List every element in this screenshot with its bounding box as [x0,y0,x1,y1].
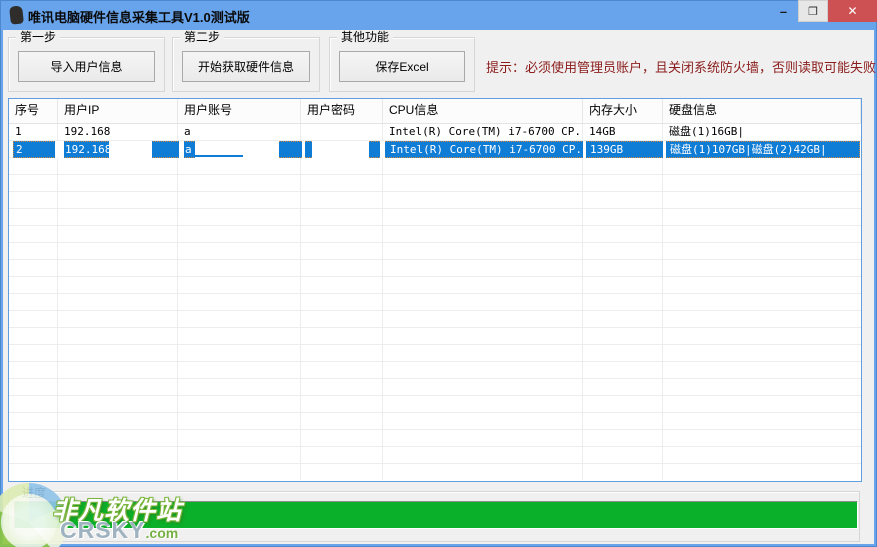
cell-memory: 139GB [590,143,624,156]
start-collect-hardware-button[interactable]: 开始获取硬件信息 [182,51,310,82]
censor-box [109,141,152,158]
cell-disk: 磁盘(1)16GB| [669,125,744,138]
cell-cpu: Intel(R) Core(TM) i7-6700 CP... [389,125,583,138]
cell-ip: 192.168 [64,125,111,138]
censor-box [380,141,385,158]
column-header-memory[interactable]: 内存大小 [583,99,663,123]
minimize-button[interactable]: – [769,0,798,22]
cell-account: a [184,125,191,138]
listview-header: 序号 用户IP 用户账号 用户密码 CPU信息 内存大小 硬盘信息 [9,99,861,124]
cell-password [301,124,383,141]
column-header-password[interactable]: 用户密码 [301,99,383,123]
maximize-button[interactable]: ❐ [798,0,828,22]
cell-disk: 磁盘(1)107GB|磁盘(2)42GB| [670,143,827,156]
grid-line [57,124,58,480]
groupbox-other: 其他功能 保存Excel [329,30,475,92]
progress-groupbox: 进度 [8,484,860,542]
grid-line [662,124,663,480]
listview-body: 1 192.168 a Intel(R) Core(TM) i7-6700 CP… [9,124,861,480]
admin-hint-text: 提示：必须使用管理员账户，且关闭系统防火墙，否则读取可能失败 [486,60,877,75]
groupbox-step1-label: 第一步 [16,30,61,44]
grid-line [582,124,583,480]
column-header-index[interactable]: 序号 [9,99,58,123]
censor-box [312,141,369,158]
grid-line [300,124,301,480]
censor-box [179,141,184,158]
import-user-info-button[interactable]: 导入用户信息 [18,51,155,82]
titlebar[interactable]: 唯讯电脑硬件信息采集工具V1.0测试版 – ❐ ✕ [0,0,877,30]
cell-index: 2 [16,143,23,156]
selection-underline [195,155,243,157]
minimize-icon: – [779,3,788,19]
censor-box [583,141,586,158]
cell-index: 1 [15,125,22,138]
window-title: 唯讯电脑硬件信息采集工具V1.0测试版 [28,10,250,25]
table-row-selected[interactable]: 2 192.168 a Intel(R) Core(TM) i7-6700 CP… [13,141,860,158]
progress-bar [14,501,858,529]
groupbox-other-label: 其他功能 [337,30,394,44]
cell-memory: 14GB [589,125,616,138]
column-header-ip[interactable]: 用户IP [58,99,178,123]
groupbox-step1: 第一步 导入用户信息 [8,30,165,92]
progress-fill [15,502,857,528]
close-icon: ✕ [847,4,858,18]
app-icon [9,5,24,25]
censor-box [55,141,64,158]
column-header-account[interactable]: 用户账号 [178,99,301,123]
censor-box [663,141,666,158]
grid-line [177,124,178,480]
progress-label: 进度 [19,484,50,501]
table-row[interactable]: 1 192.168 a Intel(R) Core(TM) i7-6700 CP… [9,124,861,141]
save-excel-button[interactable]: 保存Excel [339,51,465,82]
column-header-disk[interactable]: 硬盘信息 [663,99,861,123]
app-window: 唯讯电脑硬件信息采集工具V1.0测试版 – ❐ ✕ 第一步 导入用户信息 第二步… [0,0,877,547]
hardware-listview: 序号 用户IP 用户账号 用户密码 CPU信息 内存大小 硬盘信息 1 192.… [8,98,862,482]
client-area: 第一步 导入用户信息 第二步 开始获取硬件信息 其他功能 保存Excel 提示：… [3,30,877,544]
caption-buttons: – ❐ ✕ [769,0,877,22]
cell-cpu: Intel(R) Core(TM) i7-6700 CP... [390,143,584,156]
close-button[interactable]: ✕ [828,0,877,22]
grid-line [382,124,383,480]
groupbox-step2-label: 第二步 [180,30,225,44]
censor-box [302,141,305,158]
maximize-icon: ❐ [808,5,818,18]
column-header-cpu[interactable]: CPU信息 [383,99,583,123]
groupbox-step2: 第二步 开始获取硬件信息 [172,30,320,92]
